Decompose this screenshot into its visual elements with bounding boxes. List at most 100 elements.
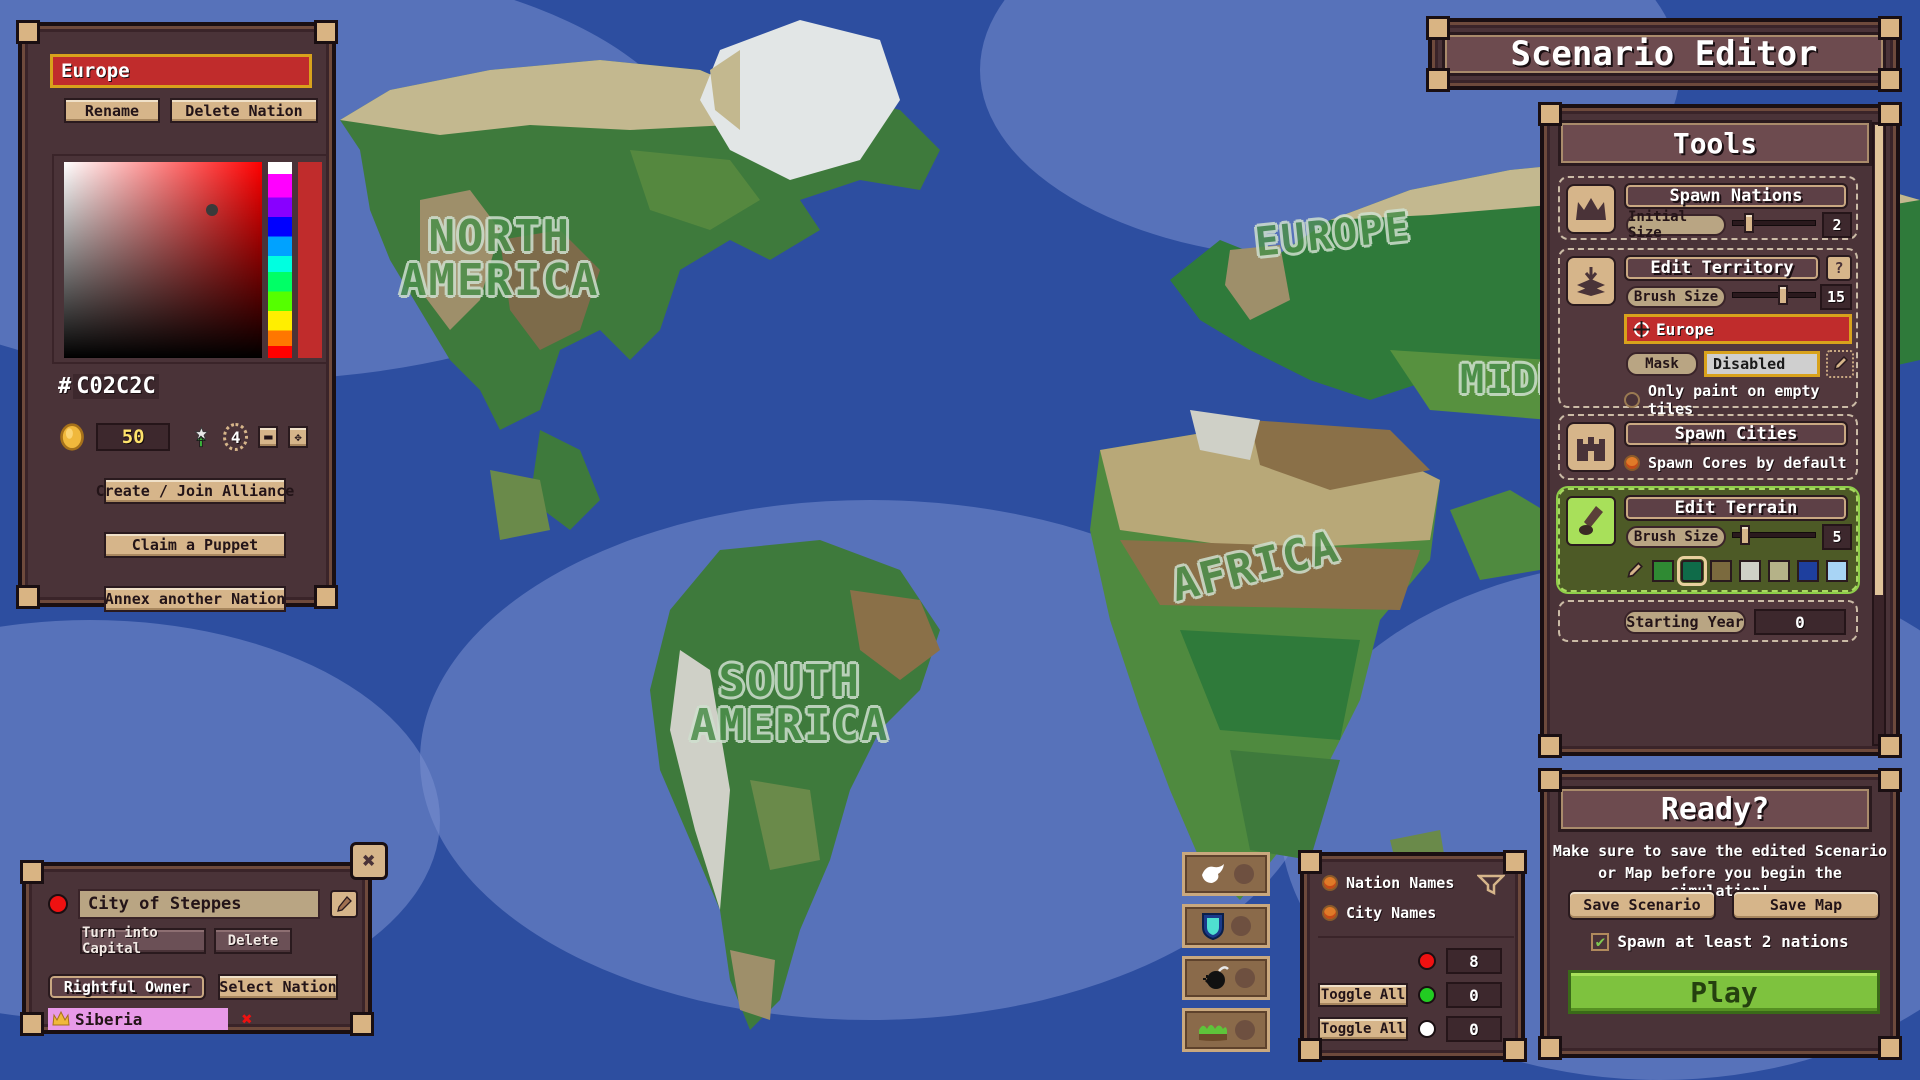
crown-owner-icon (52, 1011, 70, 1026)
slider-knob[interactable] (1739, 525, 1750, 545)
owner-name: Siberia (75, 1009, 143, 1029)
tools-scrollbar[interactable] (1872, 122, 1886, 746)
panel-corner (314, 585, 338, 609)
panel-corner (1503, 850, 1527, 874)
remove-owner-icon[interactable]: ✖ (236, 1008, 258, 1030)
delete-nation-label: Delete Nation (185, 101, 303, 120)
treasury-value-box[interactable]: 50 (96, 423, 171, 451)
starting-year-group[interactable]: Starting Year 0 (1558, 600, 1858, 642)
terrain-brush-value-box: 5 (1822, 524, 1852, 550)
toggle-all-button-1[interactable]: Toggle All (1318, 983, 1408, 1007)
nation-names-row[interactable]: Nation Names (1322, 874, 1454, 892)
only-empty-tiles-row[interactable]: Only paint on empty tiles (1624, 382, 1856, 418)
annex-nation-button[interactable]: Annex another Nation (104, 586, 286, 612)
bomb-icon (1203, 966, 1229, 989)
edit-terrain-button[interactable]: Edit Terrain (1624, 495, 1848, 521)
panel-corner (314, 20, 338, 44)
slider-knob[interactable] (1743, 213, 1754, 233)
tool-spawn-cities[interactable]: Spawn Cities Spawn Cores by default (1558, 414, 1858, 480)
hex-color-row[interactable]: # C02C2C (58, 374, 159, 399)
terrain-swatch-3[interactable] (1739, 560, 1761, 582)
mask-dropdown[interactable]: Disabled (1704, 351, 1820, 377)
selected-nation-row[interactable]: Europe (1624, 314, 1852, 344)
brush-size-label: Brush Size (1633, 289, 1719, 305)
turn-into-capital-button[interactable]: Turn into Capital (80, 925, 206, 957)
slider-knob[interactable] (1778, 285, 1789, 305)
terrain-swatch-6[interactable] (1826, 560, 1848, 582)
territory-brush-slider[interactable] (1732, 285, 1816, 305)
dove-icon (1202, 864, 1224, 883)
toolbar-slot-shield[interactable] (1182, 904, 1270, 948)
spawn-cities-button[interactable]: Spawn Cities (1624, 421, 1848, 447)
rename-button[interactable]: Rename (64, 98, 160, 123)
spawn-cores-radio[interactable] (1624, 455, 1640, 471)
hue-slider[interactable] (268, 162, 292, 358)
promote-icon[interactable] (190, 424, 213, 450)
select-nation-button[interactable]: Select Nation (218, 974, 338, 1000)
coin-icon (60, 423, 84, 451)
nation-names-radio[interactable] (1322, 875, 1338, 891)
initial-size-slider[interactable] (1732, 213, 1816, 233)
nation-name-field[interactable]: Europe (50, 54, 312, 88)
bottom-toolbar[interactable] (1182, 852, 1292, 1060)
territory-brush-value-box: 15 (1820, 284, 1852, 310)
close-icon: ✖ (362, 848, 376, 874)
tool-spawn-nations[interactable]: Spawn Nations Initial Size 2 (1558, 176, 1858, 241)
star-badge[interactable]: 4 (223, 423, 249, 451)
city-name-field[interactable]: City of Steppes (78, 889, 320, 919)
names-count-row: 8 (1318, 946, 1518, 976)
settings-button[interactable]: ✥ (288, 426, 308, 448)
eyedropper-icon[interactable] (1826, 350, 1854, 378)
panel-corner (1298, 1038, 1322, 1062)
delete-nation-button[interactable]: Delete Nation (170, 98, 318, 123)
terrain-brush-slider[interactable] (1732, 525, 1816, 545)
puppet-label: Claim a Puppet (131, 536, 259, 554)
save-map-button[interactable]: Save Map (1732, 890, 1880, 920)
terrain-swatch-5[interactable] (1797, 560, 1819, 582)
tools-scrollbar-thumb[interactable] (1875, 125, 1883, 595)
names-status-dot (1418, 952, 1436, 970)
color-picker[interactable] (52, 154, 328, 364)
save-scenario-button[interactable]: Save Scenario (1568, 890, 1716, 920)
close-city-panel-button[interactable]: ✖ (350, 842, 388, 880)
help-icon[interactable]: ? (1826, 255, 1852, 281)
create-join-alliance-button[interactable]: Create / Join Alliance (96, 478, 294, 504)
toolbar-slot-terrain[interactable] (1182, 1008, 1270, 1052)
minus-button[interactable]: ▬ (258, 426, 279, 448)
delete-city-button[interactable]: Delete (214, 928, 292, 954)
terrain-palette[interactable] (1624, 556, 1854, 586)
owner-row[interactable]: Siberia (48, 1008, 228, 1030)
city-names-radio[interactable] (1322, 905, 1338, 921)
toolbar-slot-dot (1235, 1020, 1255, 1040)
tool-edit-territory[interactable]: Edit Territory ? Brush Size 15 Europe Ma… (1558, 248, 1858, 418)
terrain-eyedropper-icon[interactable] (1624, 561, 1644, 581)
terrain-swatch-2[interactable] (1710, 560, 1732, 582)
city-names-row[interactable]: City Names (1322, 904, 1436, 922)
play-button[interactable]: Play (1568, 970, 1880, 1014)
terrain-swatch-list[interactable] (1652, 556, 1848, 586)
treasury-row: 50 4 ▬ ✥ (58, 418, 308, 456)
names-filter-icon[interactable] (1475, 872, 1507, 896)
selected-nation-name: Europe (1656, 319, 1714, 339)
panel-corner (1538, 768, 1562, 792)
claim-puppet-button[interactable]: Claim a Puppet (104, 532, 286, 558)
terrain-swatch-0[interactable] (1652, 560, 1674, 582)
spawn-cores-row[interactable]: Spawn Cores by default (1624, 454, 1847, 472)
tool-edit-terrain[interactable]: Edit Terrain Brush Size 5 (1558, 488, 1858, 592)
terrain-swatch-1[interactable] (1677, 556, 1707, 586)
starting-year-box[interactable]: 0 (1754, 609, 1846, 635)
saturation-value-field[interactable] (64, 162, 262, 358)
only-empty-tiles-radio[interactable] (1624, 392, 1640, 408)
toggle-all-button-2[interactable]: Toggle All (1318, 1017, 1408, 1041)
mask-value: Disabled (1713, 355, 1786, 373)
terrain-swatch-4[interactable] (1768, 560, 1790, 582)
toolbar-slot-dove[interactable] (1182, 852, 1270, 896)
panel-corner (1878, 102, 1902, 126)
spawn-nations-button[interactable]: Spawn Nations (1624, 183, 1848, 209)
panel-corner (1878, 768, 1902, 792)
toolbar-slot-bomb[interactable] (1182, 956, 1270, 1000)
edit-city-name-icon[interactable] (330, 890, 358, 918)
edit-territory-button[interactable]: Edit Territory (1624, 255, 1820, 281)
names-count-value: 8 (1469, 951, 1479, 971)
color-preview (298, 162, 322, 358)
